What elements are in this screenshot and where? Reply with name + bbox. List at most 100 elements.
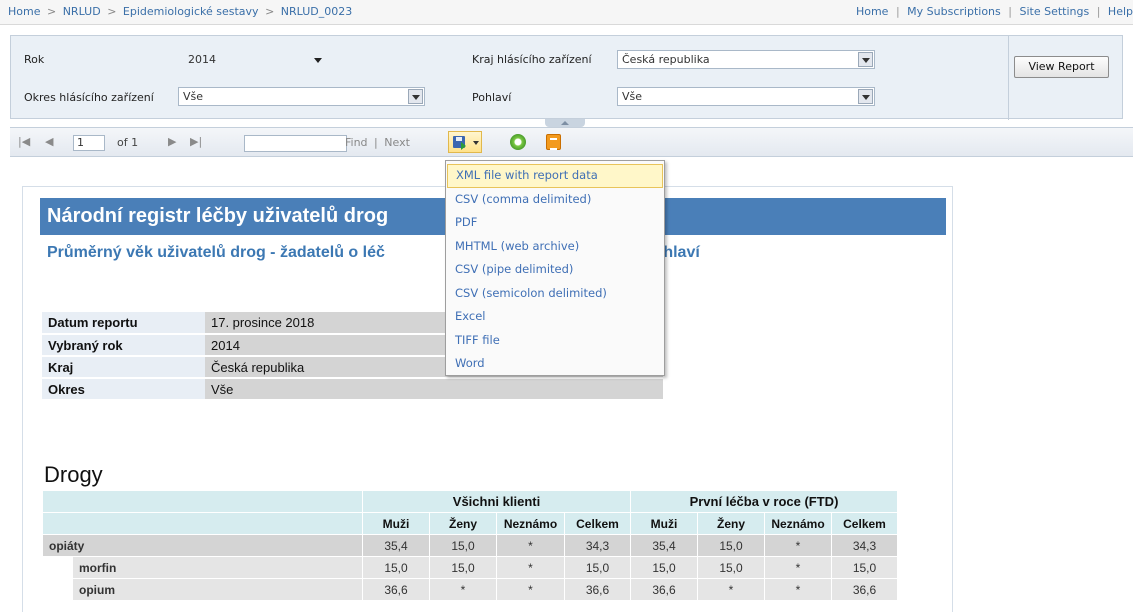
column-header: Ženy <box>429 512 497 535</box>
table-cell: * <box>429 578 497 601</box>
my-subscriptions-link[interactable]: My Subscriptions <box>907 5 1001 18</box>
export-csv-comma-option[interactable]: CSV (comma delimited) <box>446 188 664 212</box>
export-word-option[interactable]: Word <box>446 352 664 376</box>
info-value: Vše <box>205 378 663 401</box>
export-mhtml-option[interactable]: MHTML (web archive) <box>446 235 664 259</box>
table-cell: 15,0 <box>697 534 765 557</box>
table-cell: 36,6 <box>831 578 898 601</box>
column-header: Muži <box>362 512 430 535</box>
table-cell: 35,4 <box>630 534 698 557</box>
kraj-label: Kraj hlásícího zařízení <box>472 53 592 66</box>
pohlavi-label: Pohlaví <box>472 91 512 104</box>
help-link[interactable]: Help <box>1108 5 1133 18</box>
table-cell: 34,3 <box>831 534 898 557</box>
chevron-down-icon <box>473 141 479 145</box>
info-key: Okres <box>42 378 205 401</box>
breadcrumb-home[interactable]: Home <box>8 5 40 18</box>
column-header: Muži <box>630 512 698 535</box>
link-separator: | <box>895 5 900 18</box>
table-cell: * <box>496 556 565 579</box>
rok-label: Rok <box>24 53 45 66</box>
export-excel-option[interactable]: Excel <box>446 305 664 329</box>
home-link[interactable]: Home <box>856 5 888 18</box>
first-page-icon[interactable]: |◀ <box>18 135 30 148</box>
chevron-down-icon[interactable] <box>858 89 873 104</box>
rok-value: 2014 <box>188 53 216 66</box>
table-cell: * <box>697 578 765 601</box>
table-row: opiáty 35,4 15,0 * 34,3 35,4 15,0 * 34,3 <box>42 534 898 557</box>
table-cell: * <box>764 556 832 579</box>
column-header: Neznámo <box>764 512 832 535</box>
row-label: opiáty <box>42 534 363 557</box>
link-separator: | <box>1096 5 1101 18</box>
okres-label: Okres hlásícího zařízení <box>24 91 154 104</box>
site-settings-link[interactable]: Site Settings <box>1019 5 1089 18</box>
table-cell: 15,0 <box>429 534 497 557</box>
chevron-down-icon[interactable] <box>858 52 873 67</box>
top-bar: Home > NRLUD > Epidemiologické sestavy >… <box>0 0 1133 25</box>
chevron-down-icon[interactable] <box>408 89 423 104</box>
info-row: Okres Vše <box>42 378 663 401</box>
group-header-first-treatment: První léčba v roce (FTD) <box>630 490 898 513</box>
find-link[interactable]: Find <box>345 136 368 149</box>
table-cell: 15,0 <box>429 556 497 579</box>
column-header: Neznámo <box>496 512 565 535</box>
export-menu: XML file with report data CSV (comma del… <box>445 160 665 376</box>
kraj-value: Česká republika <box>622 53 710 66</box>
export-xml-option[interactable]: XML file with report data <box>447 164 663 188</box>
table-cell: 36,6 <box>362 578 430 601</box>
find-separator: | <box>374 136 378 149</box>
export-pdf-option[interactable]: PDF <box>446 211 664 235</box>
view-report-button[interactable]: View Report <box>1014 56 1109 78</box>
column-header: Ženy <box>697 512 765 535</box>
parameters-panel: Rok 2014 Kraj hlásícího zařízení Česká r… <box>10 35 1123 120</box>
breadcrumb-separator: > <box>46 5 57 18</box>
export-csv-semicolon-option[interactable]: CSV (semicolon delimited) <box>446 282 664 306</box>
divider <box>1008 36 1009 120</box>
pohlavi-value: Vše <box>622 90 643 103</box>
export-arrow-icon <box>461 142 466 150</box>
table-cell: 36,6 <box>564 578 631 601</box>
next-link[interactable]: Next <box>384 136 410 149</box>
export-csv-pipe-option[interactable]: CSV (pipe delimited) <box>446 258 664 282</box>
export-button[interactable] <box>448 131 482 153</box>
kraj-select[interactable]: Česká republika <box>617 50 875 69</box>
pohlavi-select[interactable]: Vše <box>617 87 875 106</box>
breadcrumb: Home > NRLUD > Epidemiologické sestavy >… <box>8 5 352 18</box>
okres-value: Vše <box>183 90 204 103</box>
breadcrumb-nrlud[interactable]: NRLUD <box>63 5 101 18</box>
table-cell: 36,6 <box>630 578 698 601</box>
print-icon[interactable] <box>546 134 561 150</box>
find-input[interactable] <box>244 135 347 152</box>
last-page-icon[interactable]: ▶| <box>190 135 202 148</box>
page-count: of 1 <box>117 136 139 149</box>
table-cell: 15,0 <box>697 556 765 579</box>
report-toolbar: |◀ ◀ 1 of 1 ▶ ▶| Find | Next <box>10 127 1133 157</box>
chevron-down-icon <box>314 58 322 63</box>
refresh-icon[interactable] <box>510 134 526 150</box>
table-row: opium 36,6 * * 36,6 36,6 * * 36,6 <box>42 578 898 601</box>
row-indent <box>42 578 73 601</box>
breadcrumb-current: NRLUD_0023 <box>280 5 353 18</box>
breadcrumb-epidemiologicke-sestavy[interactable]: Epidemiologické sestavy <box>123 5 259 18</box>
table-cell: 15,0 <box>831 556 898 579</box>
next-page-icon[interactable]: ▶ <box>168 135 176 148</box>
table-cell: 15,0 <box>630 556 698 579</box>
collapse-parameters-handle[interactable] <box>545 119 585 127</box>
table-row: morfin 15,0 15,0 * 15,0 15,0 15,0 * 15,0 <box>42 556 898 579</box>
table-cell: 15,0 <box>362 556 430 579</box>
table-cell: * <box>496 578 565 601</box>
okres-select[interactable]: Vše <box>178 87 425 106</box>
info-key: Vybraný rok <box>42 334 205 357</box>
top-links: Home | My Subscriptions | Site Settings … <box>856 5 1133 18</box>
link-separator: | <box>1008 5 1012 18</box>
export-tiff-option[interactable]: TIFF file <box>446 329 664 353</box>
table-cell: 35,4 <box>362 534 430 557</box>
table-group-header: Všichni klienti První léčba v roce (FTD) <box>42 490 898 513</box>
rok-select[interactable]: 2014 <box>183 50 329 69</box>
previous-page-icon[interactable]: ◀ <box>45 135 53 148</box>
row-indent <box>42 556 73 579</box>
table-cell: * <box>764 534 832 557</box>
page-number-input[interactable]: 1 <box>73 135 105 151</box>
table-header-cell <box>42 512 363 535</box>
